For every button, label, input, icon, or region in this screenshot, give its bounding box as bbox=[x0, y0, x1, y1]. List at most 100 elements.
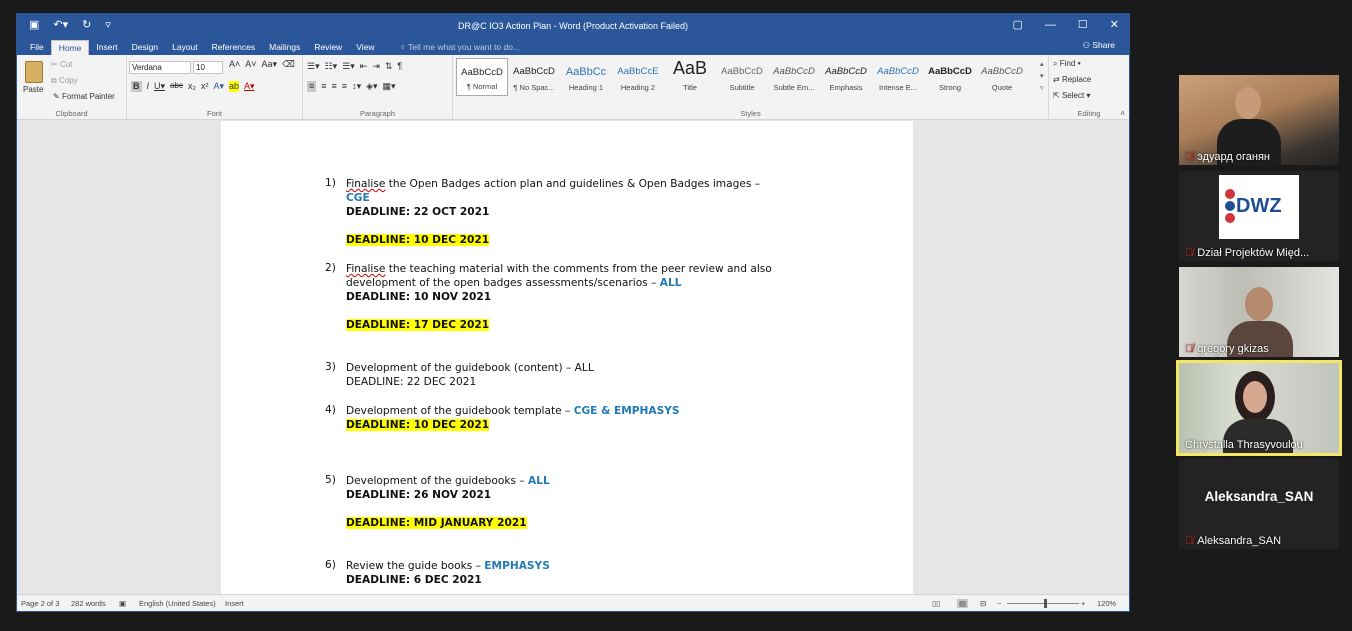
underline-icon[interactable]: U▾ bbox=[154, 81, 165, 92]
scissors-icon: ✂ bbox=[51, 60, 60, 69]
paste-button[interactable]: Paste bbox=[23, 85, 43, 94]
style-emphasis[interactable]: AaBbCcD Emphasis bbox=[820, 58, 872, 96]
tab-design[interactable]: Design bbox=[125, 40, 165, 55]
tab-layout[interactable]: Layout bbox=[165, 40, 205, 55]
shading-icon[interactable]: ◈▾ bbox=[366, 81, 377, 92]
cut-button[interactable]: ✂ Cut bbox=[51, 60, 72, 69]
styles-scroll[interactable]: ▴ ▾ ▿ bbox=[1040, 59, 1048, 95]
participant-tile[interactable]: Aleksandra_SAN 🎙̸ Aleksandra_SAN bbox=[1179, 459, 1339, 549]
tell-me-box[interactable]: ♀ Tell me what you want to do... bbox=[381, 40, 520, 55]
align-center-icon[interactable]: ≡ bbox=[321, 81, 326, 92]
justify-icon[interactable]: ≡ bbox=[342, 81, 347, 92]
page-count[interactable]: Page 2 of 3 bbox=[21, 599, 59, 608]
style-no-spacing[interactable]: AaBbCcD ¶ No Spac... bbox=[508, 58, 560, 96]
insert-mode[interactable]: Insert bbox=[225, 599, 244, 608]
borders-icon[interactable]: ▦▾ bbox=[383, 81, 396, 92]
decrease-indent-icon[interactable]: ⇤ bbox=[360, 61, 368, 72]
line-spacing-icon[interactable]: ↕▾ bbox=[352, 81, 361, 92]
paste-icon[interactable] bbox=[25, 61, 43, 83]
close-icon[interactable]: ✕ bbox=[1110, 18, 1119, 32]
grow-font-icon[interactable]: A˄ bbox=[229, 59, 240, 70]
web-layout-icon[interactable]: ⊟ bbox=[980, 599, 986, 608]
document-page[interactable]: 1) Finalise the Open Badges action plan … bbox=[221, 121, 913, 595]
multilevel-list-icon[interactable]: ☰▾ bbox=[342, 61, 355, 72]
font-name-box[interactable]: Verdana bbox=[129, 61, 191, 74]
participant-tile-speaking[interactable]: Chrystalla Thrasyvoulou bbox=[1176, 360, 1342, 456]
find-button[interactable]: ⌕ Find ▾ bbox=[1053, 59, 1081, 69]
tab-file[interactable]: File bbox=[23, 40, 51, 55]
participant-tile[interactable]: 🎙̸ gregory gkizas bbox=[1179, 267, 1339, 357]
bold-icon[interactable]: B bbox=[131, 81, 142, 92]
word-count[interactable]: 282 words bbox=[71, 599, 106, 608]
tab-home[interactable]: Home bbox=[50, 40, 90, 55]
show-marks-icon[interactable]: ¶ bbox=[397, 61, 402, 72]
strikethrough-icon[interactable]: abc bbox=[170, 81, 183, 92]
tab-references[interactable]: References bbox=[205, 40, 262, 55]
font-color-icon[interactable]: A▾ bbox=[244, 81, 255, 92]
select-button[interactable]: ⇱ Select ▾ bbox=[1053, 91, 1090, 100]
style-heading-1[interactable]: AaBbCc Heading 1 bbox=[560, 58, 612, 96]
subscript-icon[interactable]: x₂ bbox=[188, 81, 196, 92]
zoom-in-icon[interactable]: + bbox=[1081, 599, 1085, 608]
font-label: Font bbox=[206, 109, 222, 118]
minimize-icon[interactable]: — bbox=[1045, 18, 1056, 32]
clipboard-group: Paste ✂ Cut ⧉ Copy ✎ Format Painter Clip… bbox=[17, 55, 127, 120]
replace-button[interactable]: ⇄ Replace bbox=[1053, 75, 1091, 84]
align-left-icon[interactable]: ≡ bbox=[307, 81, 317, 92]
ribbon-display-icon[interactable]: ▢ bbox=[1013, 18, 1023, 32]
language[interactable]: English (United States) bbox=[139, 599, 216, 608]
style-quote[interactable]: AaBbCcD Quote bbox=[976, 58, 1028, 96]
organization-logo: DWZ bbox=[1219, 175, 1299, 239]
style-normal[interactable]: AaBbCcD ¶ Normal bbox=[456, 58, 508, 96]
text-effects-icon[interactable]: A▾ bbox=[213, 81, 224, 92]
font-size-box[interactable]: 10 bbox=[193, 61, 223, 74]
print-layout-icon[interactable]: ▤ bbox=[957, 599, 969, 608]
style-heading-2[interactable]: AaBbCcE Heading 2 bbox=[612, 58, 664, 96]
tab-mailings[interactable]: Mailings bbox=[262, 40, 307, 55]
zoom-out-icon[interactable]: − bbox=[997, 599, 1001, 608]
maximize-icon[interactable]: ☐ bbox=[1078, 18, 1088, 32]
align-right-icon[interactable]: ≡ bbox=[332, 81, 337, 92]
style-strong[interactable]: AaBbCcD Strong bbox=[924, 58, 976, 96]
zoom-slider[interactable] bbox=[1007, 603, 1079, 604]
bullets-icon[interactable]: ☰▾ bbox=[307, 61, 320, 72]
italic-icon[interactable]: I bbox=[147, 81, 150, 92]
copy-button[interactable]: ⧉ Copy bbox=[51, 76, 78, 86]
read-mode-icon[interactable]: ▯▯ bbox=[932, 599, 940, 608]
logo-dot-red bbox=[1225, 213, 1235, 223]
format-painter-button[interactable]: ✎ Format Painter bbox=[53, 92, 115, 101]
brush-icon: ✎ bbox=[53, 92, 62, 101]
logo-dot-red bbox=[1225, 189, 1235, 199]
clear-format-icon[interactable]: ⌫ bbox=[282, 59, 295, 70]
highlight-icon[interactable]: ab bbox=[228, 81, 239, 92]
person-head bbox=[1243, 381, 1267, 413]
status-bar: Page 2 of 3 282 words ▣ English (United … bbox=[17, 594, 1129, 611]
increase-indent-icon[interactable]: ⇥ bbox=[372, 61, 380, 72]
sort-icon[interactable]: ⇅ bbox=[385, 61, 393, 72]
collapse-ribbon-icon[interactable]: ˄ bbox=[1120, 109, 1125, 118]
tab-view[interactable]: View bbox=[349, 40, 381, 55]
person-icon: ⚇ bbox=[1082, 40, 1093, 50]
numbering-icon[interactable]: ☷▾ bbox=[325, 61, 338, 72]
superscript-icon[interactable]: x² bbox=[201, 81, 209, 92]
document-area[interactable]: 1) Finalise the Open Badges action plan … bbox=[17, 121, 1129, 595]
styles-label: Styles bbox=[740, 109, 761, 118]
zoom-level[interactable]: 120% bbox=[1097, 599, 1116, 608]
tab-insert[interactable]: Insert bbox=[89, 40, 124, 55]
font-size-tools: A˄ A˅ Aa▾ ⌫ bbox=[229, 59, 295, 70]
style-subtle-emphasis[interactable]: AaBbCcD Subtle Em... bbox=[768, 58, 820, 96]
share-button[interactable]: ⚇ Share bbox=[1082, 40, 1115, 51]
style-subtitle[interactable]: AaBbCcD Subtitle bbox=[716, 58, 768, 96]
shrink-font-icon[interactable]: A˅ bbox=[245, 59, 256, 70]
paragraph-row-2: ≡ ≡ ≡ ≡ ↕▾ ◈▾ ▦▾ bbox=[307, 81, 396, 92]
zoom-slider-thumb[interactable] bbox=[1044, 599, 1047, 608]
window-controls: ▢ — ☐ ✕ bbox=[1013, 18, 1120, 32]
style-title[interactable]: AaB Title bbox=[664, 58, 716, 96]
change-case-icon[interactable]: Aa▾ bbox=[262, 59, 278, 70]
font-format-row: B I U▾ abc x₂ x² A▾ ab A▾ bbox=[131, 81, 255, 92]
tab-review[interactable]: Review bbox=[307, 40, 349, 55]
proofing-icon[interactable]: ▣ bbox=[119, 599, 126, 608]
participant-tile[interactable]: 🎙̸ эдуард оганян bbox=[1179, 75, 1339, 165]
style-intense-emphasis[interactable]: AaBbCcD Intense E... bbox=[872, 58, 924, 96]
participant-tile[interactable]: DWZ 🎙̸ Dział Projektów Międ... bbox=[1179, 171, 1339, 261]
